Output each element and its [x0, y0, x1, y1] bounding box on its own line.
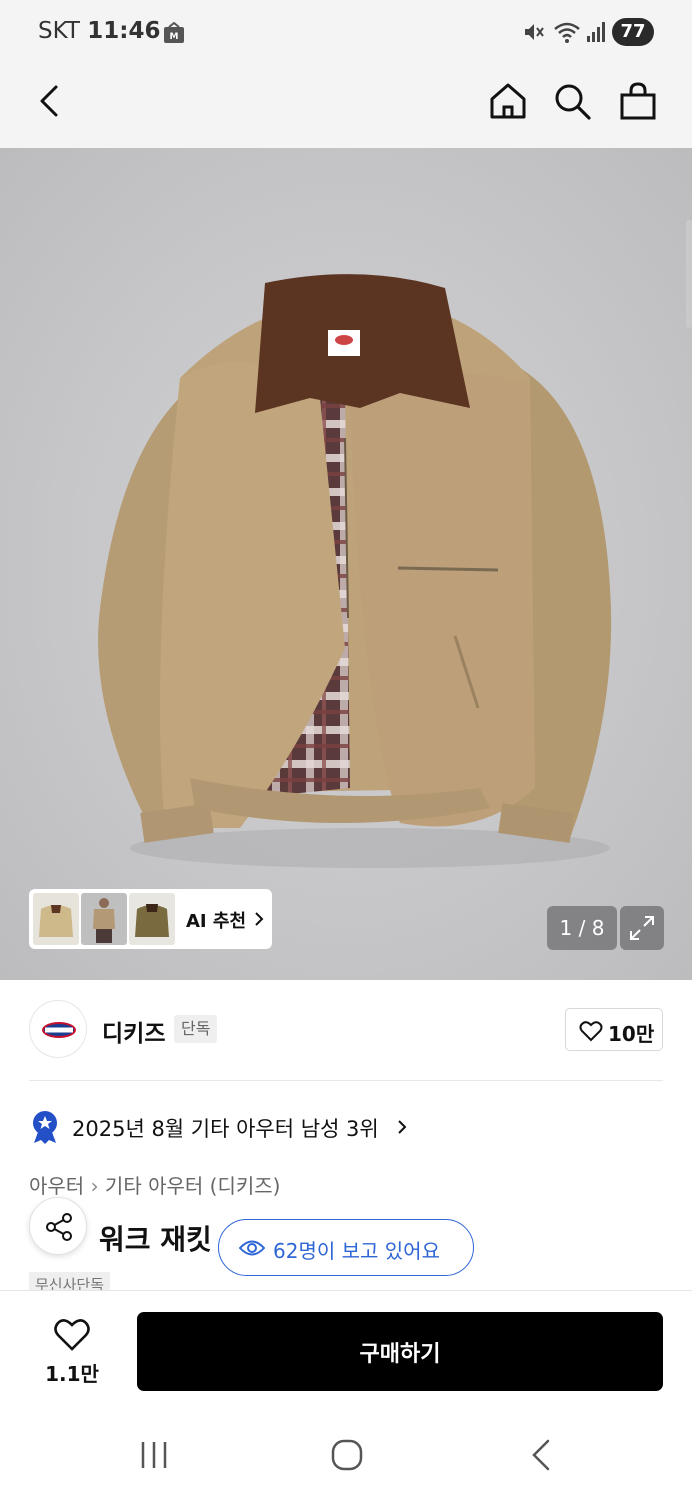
live-viewers-text: 62명이 보고 있어요 — [273, 1239, 440, 1263]
mail-notification-icon: M — [164, 21, 184, 43]
share-icon — [46, 1213, 72, 1241]
chevron-right-icon — [255, 912, 264, 926]
eye-icon — [239, 1240, 265, 1256]
recommend-thumbnail[interactable] — [33, 893, 79, 945]
scroll-indicator — [686, 220, 692, 328]
ranking-text: 2025년 8월 기타 아우터 남성 3위 — [72, 1117, 379, 1141]
recommend-thumbnail[interactable] — [81, 893, 127, 945]
brand-like-button[interactable]: 10만 — [565, 1008, 663, 1051]
home-icon[interactable] — [488, 81, 528, 121]
image-counter: 1 / 8 — [547, 906, 617, 950]
recommend-thumbnail[interactable] — [129, 893, 175, 945]
clock-text: 11:46 — [87, 18, 161, 44]
ai-recommend-strip[interactable]: AI 추천 — [29, 889, 272, 949]
breadcrumb: 아우터 › 기타 아우터 (디키즈) — [29, 1170, 280, 1199]
ranking-medal-icon — [33, 1111, 57, 1144]
chevron-right-icon — [398, 1120, 407, 1134]
buy-button[interactable]: 구매하기 — [137, 1312, 663, 1391]
brand-name[interactable]: 디키즈 — [102, 1014, 165, 1048]
live-viewers-badge: 62명이 보고 있어요 — [218, 1219, 474, 1276]
share-button[interactable] — [29, 1197, 87, 1255]
status-carrier-time: SKT 11:46 — [38, 18, 160, 44]
top-app-bar — [0, 66, 692, 148]
heart-icon — [54, 1319, 90, 1351]
product-title-text: 워크 재킷 — [99, 1223, 212, 1256]
status-bar: SKT 11:46 M 77 — [0, 0, 692, 66]
wishlist-button[interactable]: 1.1만 — [40, 1312, 104, 1388]
product-jacket-image — [98, 274, 612, 868]
breadcrumb-item[interactable]: 기타 아우터 (디키즈) — [105, 1174, 281, 1198]
ai-recommend-label[interactable]: AI 추천 — [186, 907, 246, 933]
brand-like-count: 10만 — [608, 1022, 655, 1046]
battery-indicator: 77 — [612, 18, 654, 46]
home-nav-icon[interactable] — [330, 1438, 364, 1472]
expand-image-button[interactable] — [620, 906, 664, 950]
mute-icon — [525, 24, 544, 40]
cart-bag-icon[interactable] — [618, 81, 658, 121]
back-arrow-icon[interactable] — [30, 81, 70, 121]
ranking-link[interactable]: 2025년 8월 기타 아우터 남성 3위 — [30, 1108, 450, 1148]
wishlist-count: 1.1만 — [45, 1362, 99, 1386]
signal-icon — [587, 22, 605, 42]
expand-icon — [630, 916, 654, 940]
svg-text:M: M — [170, 32, 179, 42]
system-navigation-bar — [0, 1410, 692, 1500]
divider — [29, 1080, 663, 1081]
recent-apps-icon[interactable] — [138, 1440, 170, 1470]
carrier-text: SKT — [38, 18, 80, 44]
breadcrumb-item[interactable]: 아우터 — [29, 1174, 84, 1198]
breadcrumb-separator: › — [90, 1174, 99, 1198]
brand-logo[interactable] — [29, 1000, 87, 1058]
heart-icon — [579, 1021, 603, 1042]
product-image-carousel[interactable] — [0, 148, 692, 980]
back-nav-icon[interactable] — [528, 1438, 554, 1472]
exclusive-badge: 단독 — [174, 1015, 218, 1043]
wifi-icon — [554, 22, 580, 43]
musinsa-exclusive-tag: 무신사단독 — [29, 1272, 111, 1292]
search-icon[interactable] — [552, 81, 592, 121]
